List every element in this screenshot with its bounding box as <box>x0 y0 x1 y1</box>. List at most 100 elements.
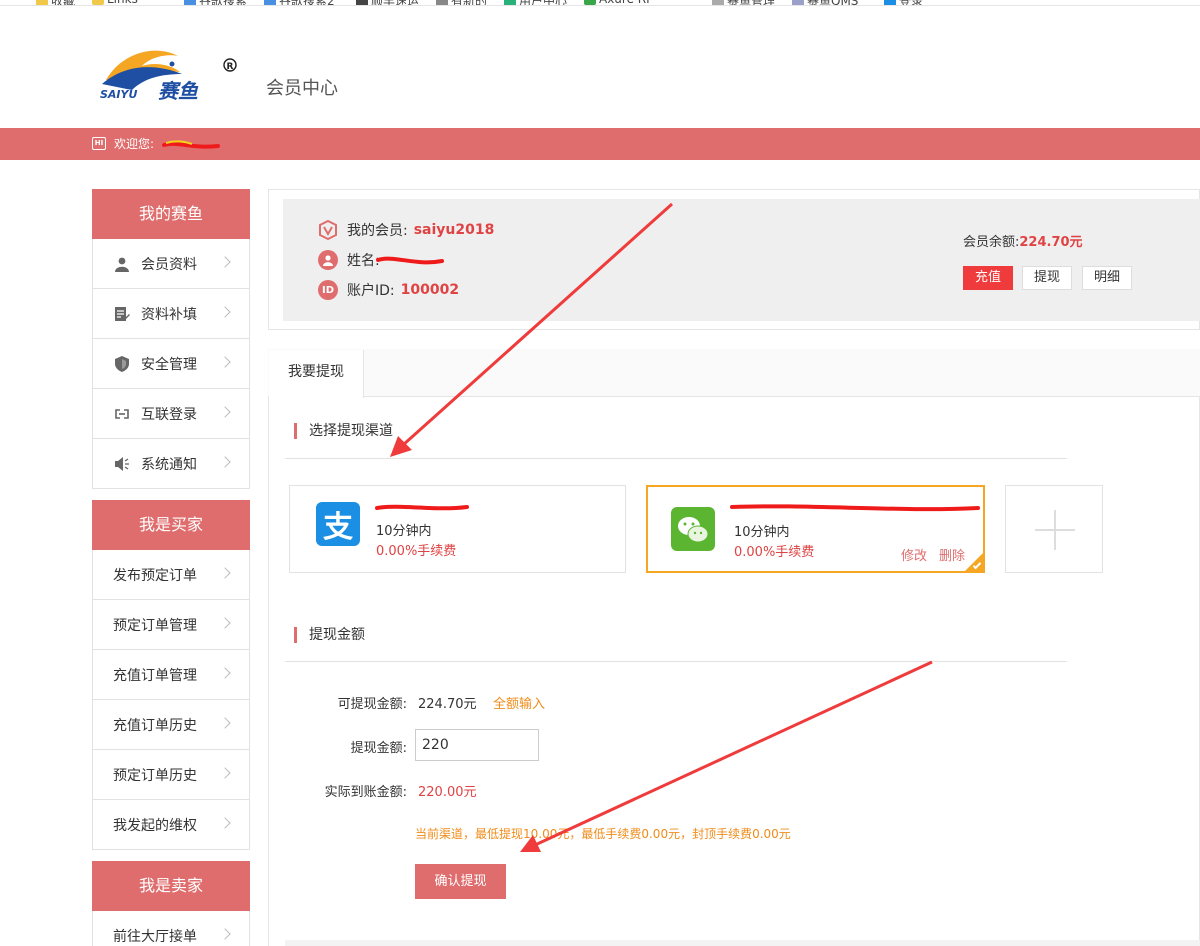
bookmark-icon <box>884 0 896 5</box>
channel-limit-hint: 当前渠道，最低提现10.00元，最低手续费0.00元，封顶手续费0.00元 <box>415 827 791 841</box>
bookmark-item[interactable]: 收藏 <box>36 0 75 5</box>
sidebar-item[interactable]: 预定订单历史 <box>92 750 250 800</box>
bookmark-label: 有新的 <box>451 0 487 5</box>
bookmark-icon <box>436 0 448 5</box>
page-title: 会员中心 <box>266 78 338 99</box>
member-label: 我的会员: <box>347 223 408 239</box>
tab-withdraw[interactable]: 我要提现 <box>269 350 364 398</box>
sidebar-item[interactable]: 安全管理 <box>92 339 250 389</box>
add-channel-button[interactable] <box>1005 485 1103 573</box>
vip-icon <box>318 220 338 240</box>
actual-value: 220.00元 <box>418 785 477 800</box>
bookmark-item[interactable]: Links <box>92 0 138 5</box>
sidebar-item-label: 发布预定订单 <box>113 567 197 584</box>
sidebar-item[interactable]: 充值订单历史 <box>92 700 250 750</box>
bookmark-icon <box>36 0 48 5</box>
bookmark-icon <box>792 0 804 5</box>
bookmark-item[interactable]: 赛鱼QMS <box>792 0 858 5</box>
member-row: 我的会员: saiyu2018 <box>318 220 494 240</box>
sidebar-item[interactable]: 预定订单管理 <box>92 600 250 650</box>
balance-value: 224.70元 <box>1019 235 1083 250</box>
channel-fee: 0.00%手续费 <box>734 545 815 560</box>
amount-input[interactable] <box>415 729 539 761</box>
bookmark-icon <box>92 0 104 5</box>
amount-section-title: 提现金额 <box>294 627 365 643</box>
redacted-account <box>375 504 469 511</box>
channel-card-wechat[interactable]: 10分钟内 0.00%手续费 修改 删除 <box>646 485 985 573</box>
sidebar-item[interactable]: 会员资料 <box>92 239 250 289</box>
bookmark-item[interactable]: Axure RP <box>584 0 653 5</box>
bookmark-item[interactable]: 谷歌搜索2 <box>264 0 335 5</box>
redacted-username <box>162 140 220 149</box>
available-value: 224.70元 <box>418 697 477 712</box>
channel-section-title: 选择提现渠道 <box>294 423 393 439</box>
id-value: 100002 <box>400 282 460 298</box>
svg-text:支: 支 <box>323 510 353 545</box>
sidebar-item[interactable]: 发布预定订单 <box>92 550 250 600</box>
bookmark-item[interactable]: 谷歌搜索 <box>184 0 247 5</box>
bookmark-label: Links <box>107 0 138 5</box>
bookmark-label: Axure RP <box>599 0 653 5</box>
bookmark-item[interactable]: 赛鱼管理 <box>712 0 775 5</box>
sidebar-item-label: 会员资料 <box>141 256 197 273</box>
bookmark-label: 收藏 <box>51 0 75 5</box>
sidebar-item[interactable]: 系统通知 <box>92 439 250 489</box>
sidebar-item[interactable]: 我发起的维权 <box>92 800 250 850</box>
sidebar-item-label: 充值订单历史 <box>113 717 197 734</box>
balance-label: 会员余额: <box>963 235 1020 250</box>
panel-footer <box>285 940 1200 946</box>
bookmark-label: 登录 <box>899 0 923 5</box>
withdraw-button[interactable]: 提现 <box>1022 266 1072 290</box>
user-icon <box>113 255 131 273</box>
member-value: saiyu2018 <box>413 222 495 238</box>
id-label: 账户ID: <box>347 283 395 299</box>
sidebar-item-label: 资料补填 <box>141 306 197 323</box>
divider <box>285 458 1067 459</box>
id-icon: ID <box>318 280 338 300</box>
sidebar-item[interactable]: 前往大厅接单 <box>92 911 250 946</box>
chevron-right-icon <box>219 717 231 729</box>
sidebar-section-title: 我的赛鱼 <box>92 189 250 239</box>
sidebar-item-label: 互联登录 <box>141 406 197 423</box>
chevron-right-icon <box>219 567 231 579</box>
chevron-right-icon <box>219 356 231 368</box>
bookmark-item[interactable]: 有新的 <box>436 0 487 5</box>
edit-channel-link[interactable]: 修改 <box>901 545 927 564</box>
channel-time: 10分钟内 <box>376 524 432 539</box>
link-icon <box>113 405 131 423</box>
chevron-right-icon <box>219 817 231 829</box>
shield-icon <box>113 355 131 373</box>
chevron-right-icon <box>219 406 231 418</box>
detail-button[interactable]: 明细 <box>1082 266 1132 290</box>
sidebar-item-label: 前往大厅接单 <box>113 928 197 945</box>
bookmark-item[interactable]: 用户中心 <box>504 0 567 5</box>
sidebar-item[interactable]: 资料补填 <box>92 289 250 339</box>
channel-fee: 0.00%手续费 <box>376 544 457 559</box>
bookmark-icon <box>356 0 368 5</box>
sidebar-item[interactable]: 互联登录 <box>92 389 250 439</box>
fill-all-link[interactable]: 全额输入 <box>493 693 545 712</box>
confirm-withdraw-button[interactable]: 确认提现 <box>415 864 506 899</box>
bookmark-icon <box>184 0 196 5</box>
channel-time: 10分钟内 <box>734 525 790 540</box>
account-id-row: ID 账户ID: 100002 <box>318 280 459 300</box>
chevron-right-icon <box>219 767 231 779</box>
chevron-right-icon <box>219 256 231 268</box>
welcome-text: 欢迎您: <box>114 137 155 151</box>
bookmark-label: 用户中心 <box>519 0 567 5</box>
bookmark-item[interactable]: 顺丰速运 <box>356 0 419 5</box>
bookmark-item[interactable]: 登录 <box>884 0 923 5</box>
sidebar-item-label: 安全管理 <box>141 356 197 373</box>
edit-icon <box>113 305 131 323</box>
saiyu-logo[interactable]: SAIYU 赛鱼 R <box>92 44 242 104</box>
recharge-button[interactable]: 充值 <box>963 266 1013 290</box>
sidebar-item-label: 预定订单管理 <box>113 617 197 634</box>
sidebar-item-label: 我发起的维权 <box>113 817 197 834</box>
bookmark-label: 谷歌搜索 <box>199 0 247 5</box>
delete-channel-link[interactable]: 删除 <box>939 545 965 564</box>
channel-card-alipay[interactable]: 支 10分钟内 0.00%手续费 <box>289 485 626 573</box>
sidebar-item[interactable]: 充值订单管理 <box>92 650 250 700</box>
hi-icon: HI <box>92 137 106 150</box>
available-label: 可提现金额: <box>337 697 407 712</box>
bookmark-icon <box>712 0 724 5</box>
